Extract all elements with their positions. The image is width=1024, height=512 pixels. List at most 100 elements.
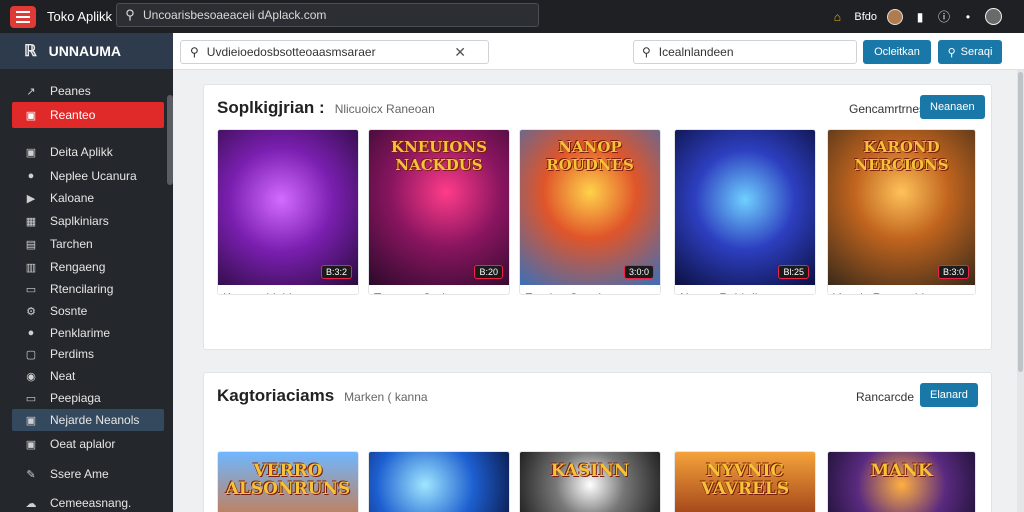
- main-scrollbar[interactable]: [1017, 70, 1024, 512]
- sidebar-item-label: Peanes: [50, 84, 91, 98]
- category-card[interactable]: NYVNIC VAVRELS: [674, 451, 816, 512]
- top-search-text: Uncoarisbesoaeaceii dAplack.com: [143, 8, 327, 22]
- info-icon: ◉: [26, 370, 36, 383]
- stack-icon: ▥: [25, 261, 37, 274]
- sidebar-item-label: Rengaeng: [50, 260, 106, 274]
- sidebar-item[interactable]: ◉ Neat: [12, 365, 164, 387]
- section-title-text: Kagtoriaciams: [217, 386, 335, 405]
- cloud-icon: ☁: [25, 497, 37, 510]
- sidebar-item[interactable]: ▥ Rengaeng: [12, 256, 164, 278]
- game-thumbnail[interactable]: Bl:25: [675, 130, 815, 285]
- category-thumbnail[interactable]: MANK: [828, 452, 975, 512]
- sidebar-item[interactable]: ✎ Ssere Ame: [12, 463, 164, 485]
- user-avatar[interactable]: [985, 8, 1002, 25]
- game-card[interactable]: Bl:25Narrce Reidrdk2/80 102 5030 c0: [674, 129, 816, 295]
- category-thumbnail[interactable]: VERRO ALSONRUNS: [218, 452, 358, 512]
- filter-search-input[interactable]: ⚲ Uvdieioedosbsotteoaasmsaraer ✕: [180, 40, 489, 64]
- game-card[interactable]: KAROND NERCIONSB:3:0Vaenia Raneaohier2/5…: [827, 129, 976, 295]
- hamburger-menu-icon[interactable]: [10, 5, 36, 28]
- sidebar-item[interactable]: ▣ Reanteo: [12, 102, 164, 128]
- clear-icon[interactable]: ✕: [454, 44, 466, 61]
- info-icon[interactable]: ⓘ: [937, 10, 951, 24]
- filter-button[interactable]: Ocleitkan: [863, 40, 931, 64]
- chart-icon: ↗: [26, 85, 36, 98]
- section-title-text: Soplkigjrian :: [217, 98, 325, 117]
- home-label: Bfdo: [854, 10, 877, 23]
- brand-name: UNNAUMA: [48, 43, 121, 59]
- category-thumbnail[interactable]: KASINN: [520, 452, 660, 512]
- filter-bar: ⚲ Uvdieioedosbsotteoaasmsaraer ✕ ⚲ Iceal…: [173, 33, 1024, 70]
- section-link[interactable]: Gencamrtrnes: [849, 102, 925, 116]
- search-icon: ⚲: [125, 7, 135, 22]
- sidebar-item[interactable]: ▣ Deita Aplikk: [12, 141, 164, 163]
- badge: B:20: [474, 265, 503, 279]
- top-bar: Toko Aplikk ⚲ Uncoarisbesoaeaceii dAplac…: [0, 0, 1024, 33]
- sidebar-item-label: Peepiaga: [50, 391, 101, 405]
- sidebar-item-label: Rtencilaring: [50, 282, 114, 296]
- game-thumbnail[interactable]: B:3:2: [218, 130, 358, 285]
- sidebar-item[interactable]: ▭ Rtencilaring: [12, 278, 164, 300]
- category-thumbnail[interactable]: [369, 452, 509, 512]
- grid-icon: ▦: [25, 215, 37, 228]
- search-button[interactable]: ⚲ Seraqi: [938, 40, 1002, 64]
- sidebar-item-label: Oeat aplalor: [50, 437, 116, 451]
- dot-icon[interactable]: •: [961, 10, 975, 24]
- sidebar-brand: ℝ UNNAUMA: [0, 33, 173, 69]
- sidebar-item[interactable]: ▣ Oeat aplalor: [12, 433, 164, 455]
- sidebar-item-label: Ssere Ame: [50, 467, 109, 481]
- chat-icon: ▭: [25, 283, 37, 296]
- thumbnail-title: NANOP ROUDNES: [546, 138, 634, 174]
- game-thumbnail[interactable]: KAROND NERCIONS B:3:0: [828, 130, 975, 285]
- window-icon: ▣: [25, 109, 37, 122]
- circle-icon: ●: [27, 170, 35, 182]
- category-card[interactable]: MANK: [827, 451, 976, 512]
- sidebar-item-label: Kaloane: [50, 191, 95, 205]
- search-icon: ⚲: [642, 45, 651, 59]
- sidebar-item[interactable]: ● Neplee Ucanura: [12, 165, 164, 187]
- pen-icon: ✎: [26, 468, 36, 481]
- sidebar-item[interactable]: ↗ Peanes: [12, 80, 164, 102]
- search-icon: ⚲: [190, 45, 199, 59]
- category-card[interactable]: [368, 451, 510, 512]
- sidebar-item[interactable]: ● Penklarime: [12, 322, 164, 344]
- sidebar-item-label: Neplee Ucanura: [50, 169, 137, 183]
- section-button[interactable]: Elanard: [920, 383, 978, 407]
- window-icon: ▣: [25, 414, 37, 427]
- sidebar-item[interactable]: ☁ Cemeeasnang.: [12, 492, 164, 512]
- category-card[interactable]: KASINN: [519, 451, 661, 512]
- sidebar-item[interactable]: ▦ Saplkiniars: [12, 210, 164, 232]
- home-icon[interactable]: ⌂: [830, 10, 844, 24]
- avatar[interactable]: [887, 8, 903, 25]
- main-content: ⚲ Uvdieioedosbsotteoaasmsaraer ✕ ⚲ Iceal…: [173, 33, 1024, 512]
- brand-logo-icon: ℝ: [24, 43, 37, 60]
- thumbnail-title: MANK: [870, 461, 933, 481]
- thumbnail-title: KASINN: [550, 461, 630, 481]
- filter-search-text: Uvdieioedosbsotteoaasmsaraer: [206, 45, 376, 59]
- game-thumbnail[interactable]: KNEUIONS NACKDUS B:20: [369, 130, 509, 285]
- category-card[interactable]: VERRO ALSONRUNS: [217, 451, 359, 512]
- section-link[interactable]: Rancarcde: [856, 390, 914, 404]
- sidebar-item[interactable]: ⚙ Sosnte: [12, 300, 164, 322]
- top-search-input[interactable]: ⚲ Uncoarisbesoaeaceii dAplack.com: [116, 3, 539, 27]
- secondary-search-input[interactable]: ⚲ Icealnlandeen: [633, 40, 857, 64]
- game-card[interactable]: NANOP ROUDNES3:0:0Fendrat Semdnn2/30 100…: [519, 129, 661, 295]
- sidebar-item[interactable]: ▤ Tarchen: [12, 233, 164, 255]
- card-title: Kancatcblehkat: [218, 285, 358, 294]
- sidebar-item[interactable]: ▭ Peepiaga: [12, 387, 164, 409]
- game-card[interactable]: B:3:2Kancatcblehkat2/13 102 sc6e3d cc0: [217, 129, 359, 295]
- game-thumbnail[interactable]: NANOP ROUDNES 3:0:0: [520, 130, 660, 285]
- sidebar-item-label: Neat: [50, 369, 76, 383]
- game-card[interactable]: KNEUIONS NACKDUSB:20Tracarar Grainres2/8…: [368, 129, 510, 295]
- section-button[interactable]: Neanaen: [920, 95, 985, 119]
- sidebar-item[interactable]: ▢ Perdims: [12, 343, 164, 365]
- card-title: Tracarar Grainres: [369, 285, 509, 294]
- sidebar-item[interactable]: ▣ Nejarde Neanols: [12, 409, 164, 431]
- badge: B:3:0: [937, 265, 969, 279]
- category-thumbnail[interactable]: NYVNIC VAVRELS: [675, 452, 815, 512]
- sidebar-item[interactable]: ▶ Kaloane: [12, 187, 164, 209]
- sidebar-item-label: Deita Aplikk: [50, 145, 113, 159]
- section-subtitle: Marken ( kanna: [344, 390, 428, 404]
- bookmark-icon[interactable]: ▮: [913, 10, 927, 24]
- section-categories: Kagtoriaciams Marken ( kanna Rancarcde El…: [203, 372, 992, 512]
- sidebar-item-label: Reanteo: [50, 108, 96, 122]
